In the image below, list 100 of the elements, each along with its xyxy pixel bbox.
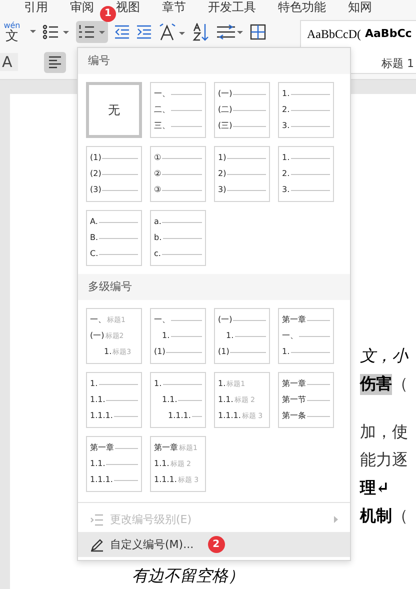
option-label: (一) xyxy=(218,315,232,325)
bullet-list-icon[interactable] xyxy=(42,24,70,40)
option-label: 1. xyxy=(282,89,290,99)
option-label: (1) xyxy=(218,347,230,357)
option-label: B. xyxy=(90,233,98,243)
option-label: 第一章 xyxy=(154,443,178,453)
menu-item[interactable]: 自定义编号(M)... 2 xyxy=(78,532,350,557)
option-label: 第一章 xyxy=(282,315,306,325)
option-label: 无 xyxy=(108,102,120,118)
step-badge: 1 xyxy=(100,6,116,22)
option-label: 1.1.1. xyxy=(168,411,191,421)
option-label: 三、 xyxy=(154,121,170,131)
option-label: (2) xyxy=(90,169,102,179)
document-text: 文，小 xyxy=(360,346,408,366)
option-label: ② xyxy=(154,169,162,179)
option-label: 1.1. xyxy=(162,395,178,405)
option-label: 1.1.1. xyxy=(218,411,241,421)
option-label: 1.1. xyxy=(154,459,170,469)
numbering-option[interactable]: 1. 2. 3. xyxy=(278,146,334,202)
document-text: 有边不留空格） xyxy=(132,566,244,585)
document-text: （ xyxy=(392,506,408,526)
menu-tab[interactable]: 开发工具 xyxy=(208,0,256,16)
option-label: A. xyxy=(90,217,98,227)
option-label: b. xyxy=(154,233,162,243)
table-border-icon[interactable] xyxy=(250,24,266,40)
step-badge: 2 xyxy=(208,536,225,553)
option-label: 1. xyxy=(282,347,290,357)
numbering-option[interactable]: (一) 1. (1) xyxy=(214,308,270,364)
increase-indent-icon[interactable] xyxy=(136,25,152,39)
document-text: 能力逐 xyxy=(360,450,408,470)
option-label: 一、 xyxy=(90,315,106,325)
numbering-option[interactable]: 第一章 1.1. 1.1.1. xyxy=(86,436,142,492)
option-label: 第一条 xyxy=(282,411,306,421)
text-direction-icon[interactable] xyxy=(158,23,186,41)
option-label: 3. xyxy=(282,185,290,195)
option-label: (1) xyxy=(90,153,102,163)
document-text: 加，使 xyxy=(360,422,408,442)
menu-tab[interactable]: 章节 xyxy=(162,0,186,16)
document-text: 理↵ xyxy=(360,478,390,498)
option-label: 一、 xyxy=(154,315,170,325)
numbering-option[interactable]: 1. 1.1. 1.1.1. xyxy=(86,372,142,428)
option-label: (1) xyxy=(154,347,166,357)
menu-tab[interactable]: 引用 xyxy=(24,0,48,16)
numbering-option[interactable]: 一、 1. (1) xyxy=(150,308,206,364)
option-label: 1.1.1. xyxy=(154,475,177,485)
decrease-indent-icon[interactable] xyxy=(114,25,130,39)
option-label: 1. xyxy=(162,331,170,341)
sort-icon[interactable] xyxy=(192,23,210,41)
option-label: 1.1. xyxy=(218,395,234,405)
line-spacing-icon[interactable] xyxy=(216,24,244,40)
option-label: 1) xyxy=(218,153,226,163)
font-color-button[interactable]: A xyxy=(0,53,18,71)
option-label: 2) xyxy=(218,169,226,179)
option-label: 一、 xyxy=(154,89,170,99)
numbering-option[interactable]: ① ② ③ xyxy=(150,146,206,202)
option-label: 2. xyxy=(282,105,290,115)
menu-tab[interactable]: 特色功能 xyxy=(278,0,326,16)
pinyin-button[interactable]: wén 文 xyxy=(0,22,24,42)
option-label: (二) xyxy=(218,105,232,115)
style-preview[interactable]: AaBbCcD( xyxy=(307,27,361,42)
menu-tab[interactable]: 审阅 xyxy=(70,0,94,16)
menu-tab[interactable]: 视图 xyxy=(116,0,140,16)
numbering-option[interactable]: (一) (二) (三) xyxy=(214,82,270,138)
numbering-option[interactable]: (1) (2) (3) xyxy=(86,146,142,202)
option-label: 1. xyxy=(90,379,98,389)
pencil-icon[interactable] xyxy=(90,538,104,552)
style-label: 标题 1 xyxy=(382,56,414,71)
option-label: 1. xyxy=(282,153,290,163)
option-label: 第一章 xyxy=(90,443,114,453)
option-label: ① xyxy=(154,153,162,163)
option-label: 1. xyxy=(154,379,162,389)
numbering-option[interactable]: a. b. c. xyxy=(150,210,206,266)
option-label: (一) xyxy=(90,331,104,341)
numbering-option[interactable]: A. B. C. xyxy=(86,210,142,266)
numbering-option[interactable]: 一、 二、 三、 xyxy=(150,82,206,138)
document-text: 机制 xyxy=(360,506,392,526)
option-label: 1.1. xyxy=(90,395,106,405)
option-label: c. xyxy=(154,249,161,259)
menu-tab[interactable]: 知网 xyxy=(348,0,372,16)
numbering-option[interactable]: 1. 1.1. 1.1.1. xyxy=(150,372,206,428)
align-left-icon[interactable] xyxy=(48,56,62,68)
option-label: a. xyxy=(154,217,162,227)
caret-icon[interactable] xyxy=(30,30,36,34)
option-label: 2. xyxy=(282,169,290,179)
numbering-option[interactable]: 第一章 第一节 第一条 xyxy=(278,372,334,428)
option-label: C. xyxy=(90,249,98,259)
option-label: 3) xyxy=(218,185,226,195)
style-preview[interactable]: AaBbCc xyxy=(365,27,412,42)
option-label: 1. xyxy=(104,347,112,357)
align-left-button[interactable] xyxy=(44,52,66,72)
numbering-option[interactable]: 第一章 一、 1. xyxy=(278,308,334,364)
numbering-option[interactable]: 1) 2) 3) xyxy=(214,146,270,202)
section-header: 编号 xyxy=(78,48,350,74)
option-label: ③ xyxy=(154,185,162,195)
option-label: (3) xyxy=(90,185,102,195)
option-label: (一) xyxy=(218,89,232,99)
numbering-option[interactable]: 1. 2. 3. xyxy=(278,82,334,138)
option-label: 1.1.1. xyxy=(90,475,113,485)
option-label: 第一节 xyxy=(282,395,306,405)
numbering-option[interactable]: 无 xyxy=(86,82,142,138)
